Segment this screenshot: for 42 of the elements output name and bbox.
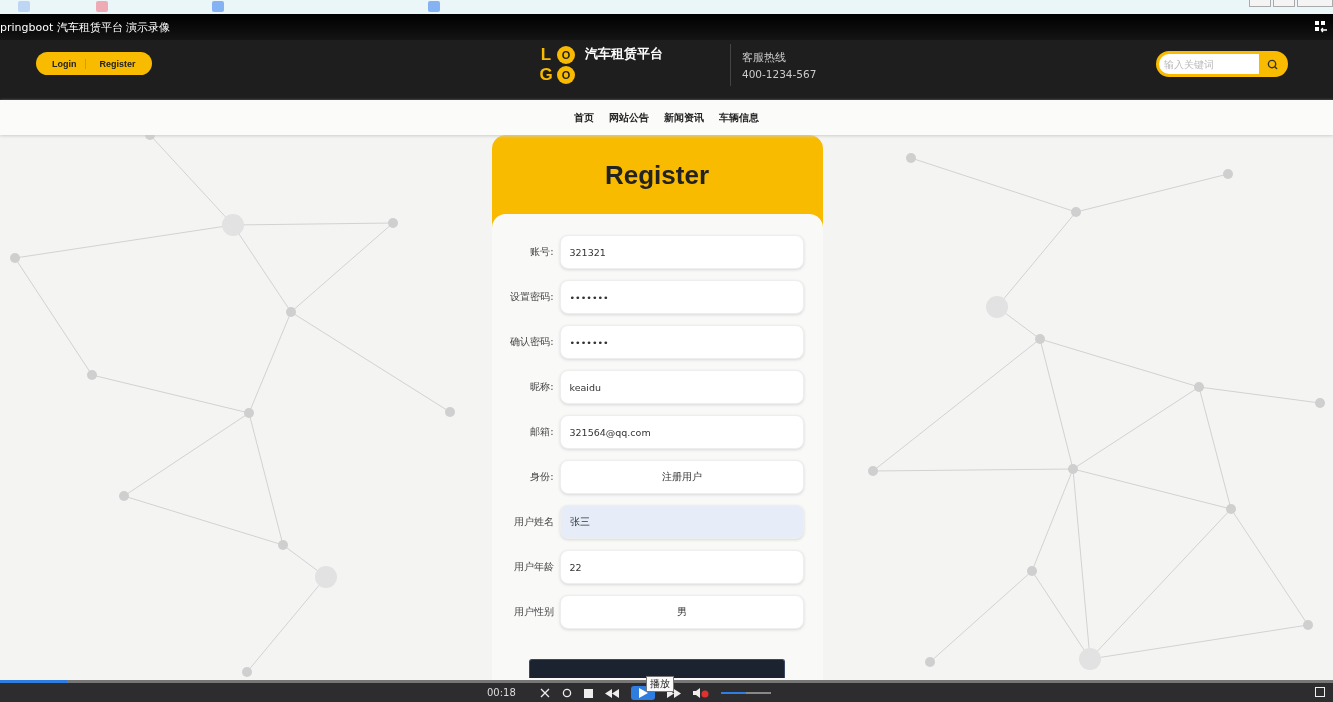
field-label: 确认密码:: [509, 335, 554, 349]
nav-link[interactable]: 首页: [574, 110, 594, 125]
mute-icon[interactable]: [693, 688, 709, 698]
time-display: 00:18: [487, 687, 516, 698]
auth-button[interactable]: Login: [44, 58, 85, 69]
field-label: 昵称:: [529, 380, 554, 394]
rewind-icon[interactable]: [605, 688, 619, 698]
tooltip: 播放: [646, 676, 674, 692]
nav-link[interactable]: 网站公告: [609, 110, 649, 125]
nav-link[interactable]: 新闻资讯: [664, 110, 704, 125]
input-field[interactable]: 321321: [559, 235, 804, 269]
search-field[interactable]: 输入关键词: [1156, 51, 1288, 77]
field-label: 用户姓名: [512, 515, 554, 529]
fullscreen-icon[interactable]: [1315, 687, 1325, 697]
auth-button[interactable]: Register: [84, 58, 144, 69]
hotline-label: 客服热线: [742, 50, 787, 65]
nav-link[interactable]: 车辆信息: [719, 110, 759, 125]
play-icon: [638, 688, 648, 698]
fast-forward-icon[interactable]: [667, 688, 681, 698]
site-name: 汽车租赁平台: [585, 45, 663, 63]
select-field[interactable]: 注册用户: [559, 460, 804, 494]
input-field[interactable]: 321564@qq.com: [559, 415, 804, 449]
field-label: 设置密码:: [509, 290, 554, 304]
stop-icon[interactable]: [584, 688, 593, 698]
search-icon: [1266, 58, 1278, 70]
input-field[interactable]: •••••••: [559, 280, 804, 314]
video-title: pringboot 汽车租赁平台 演示录像: [0, 19, 171, 35]
loop-icon[interactable]: [562, 688, 572, 698]
field-label: 账号:: [529, 245, 554, 259]
input-field[interactable]: 张三: [559, 505, 804, 539]
input-field[interactable]: 22: [559, 550, 804, 584]
exit-fullscreen-icon[interactable]: [1315, 21, 1327, 33]
input-field[interactable]: •••••••: [559, 325, 804, 359]
field-label: 用户性别: [512, 605, 554, 619]
form-title: Register: [604, 159, 709, 192]
select-field[interactable]: 男: [559, 595, 804, 629]
hotline-number: 400-1234-567: [742, 67, 817, 80]
logo: L O G O: [536, 45, 576, 85]
field-label: 身份:: [529, 470, 554, 484]
field-label: 邮箱:: [529, 425, 554, 439]
input-field[interactable]: keaidu: [559, 370, 804, 404]
field-label: 用户年龄: [512, 560, 554, 574]
